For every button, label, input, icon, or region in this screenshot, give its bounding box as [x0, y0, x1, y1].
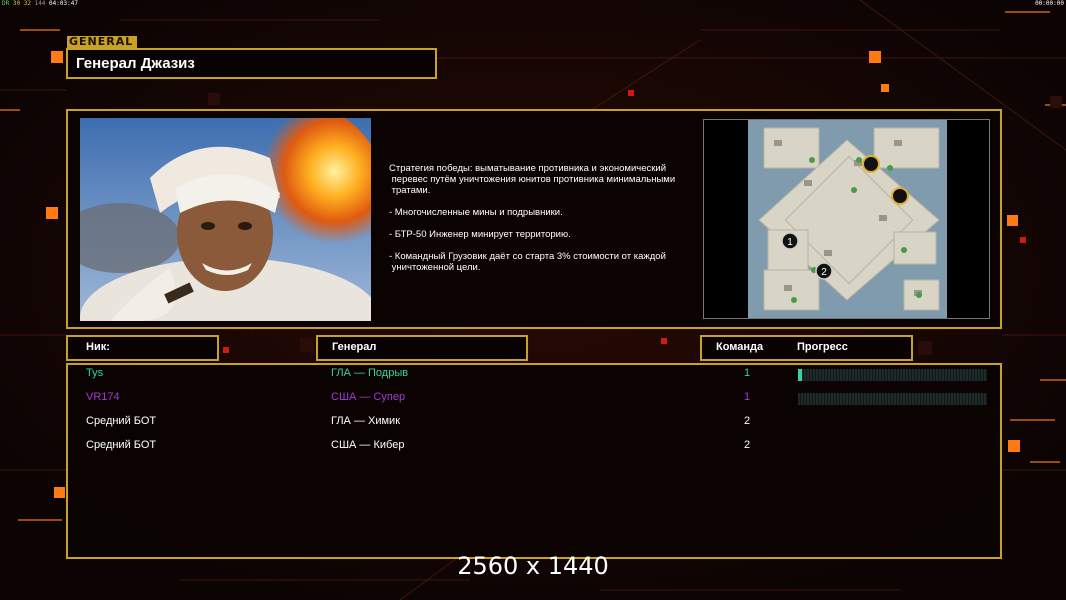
hud-clock: 00:00:00 [1035, 0, 1064, 7]
map-image: 1 2 [704, 120, 989, 318]
player-nick: VR174 [86, 391, 120, 403]
player-progress-fill [798, 369, 802, 381]
hud-stat: 30 [12, 0, 21, 7]
player-progress-bar [798, 393, 987, 405]
description-line: Стратегия победы: выматывание противника… [389, 163, 676, 196]
nick-column-header: Ник: [66, 335, 219, 361]
strategy-description: Стратегия победы: выматывание противника… [389, 163, 699, 284]
player-team: 1 [744, 367, 751, 379]
team-column-label: Команда [716, 341, 764, 353]
general-tab: GENERAL [67, 36, 137, 48]
player-nick: Средний БОТ [86, 415, 157, 427]
general-column-header: Генерал [316, 335, 528, 361]
description-line: - Командный Грузовик даёт со старта 3% с… [389, 251, 666, 273]
map-preview: 1 2 [703, 119, 990, 319]
player-row: VR174 США — Супер 1 [0, 391, 1066, 409]
player-general: США — Кибер [331, 439, 405, 451]
hud-stat: 32 [23, 0, 31, 7]
general-title: Генерал Джазиз [76, 55, 195, 72]
player-row: Средний БОТ ГЛА — Химик 2 [0, 415, 1066, 433]
description-line: - Многочисленные мины и подрывники. [389, 207, 563, 218]
player-team: 1 [744, 391, 751, 403]
general-tab-label: GENERAL [69, 35, 134, 48]
team-progress-column-header: Команда Прогресс [700, 335, 913, 361]
description-line: - БТР-50 Инженер минирует территорию. [389, 229, 571, 240]
player-nick: Средний БОТ [86, 439, 157, 451]
map-start-marker: 2 [821, 267, 827, 278]
player-progress-bar [798, 369, 987, 381]
player-general: ГЛА — Подрыв [331, 367, 409, 379]
general-portrait [80, 118, 371, 321]
player-general: США — Супер [331, 391, 406, 403]
general-column-label: Генерал [332, 341, 377, 353]
map-start-marker: 1 [787, 237, 793, 248]
hud-stat: 04:03:47 [49, 0, 78, 7]
player-row: Средний БОТ США — Кибер 2 [0, 439, 1066, 457]
hud-stat: 144 [34, 0, 46, 7]
player-row: Tys ГЛА — Подрыв 1 [0, 367, 1066, 385]
nick-column-label: Ник: [86, 341, 110, 353]
player-team: 2 [744, 439, 751, 451]
player-general: ГЛА — Химик [331, 415, 401, 427]
player-nick: Tys [86, 367, 104, 379]
hud-stats: DR 30 32 144 04:03:47 [2, 0, 78, 7]
hud-stat: DR [2, 0, 10, 7]
portrait-image [80, 118, 371, 321]
resolution-label: 2560 x 1440 [457, 552, 609, 580]
general-title-box: Генерал Джазиз [66, 48, 437, 79]
player-team: 2 [744, 415, 751, 427]
progress-column-label: Прогресс [797, 341, 848, 353]
